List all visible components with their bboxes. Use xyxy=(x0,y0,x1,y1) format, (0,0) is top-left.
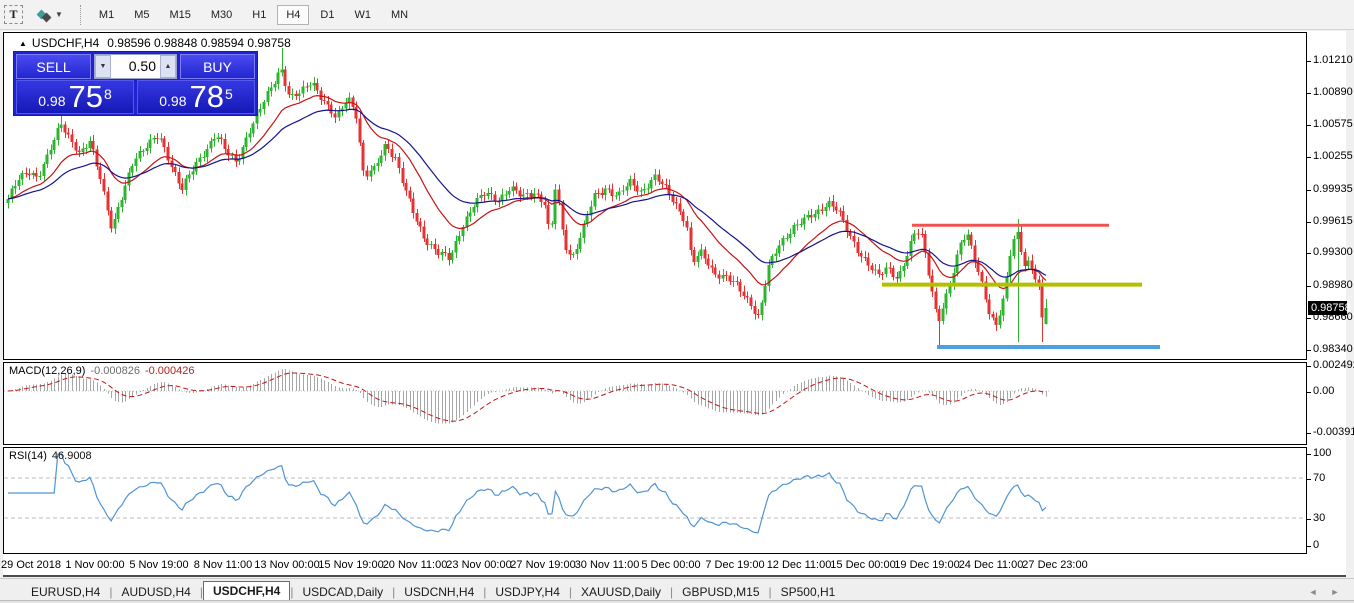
time-axis-label: 20 Nov 11:00 xyxy=(383,559,448,571)
time-axis-label: 19 Dec 19:00 xyxy=(894,559,959,571)
chart-tab-usdchf[interactable]: USDCHF,H4 xyxy=(203,581,290,602)
macd-chart[interactable] xyxy=(4,363,1306,444)
time-axis-label: 30 Nov 11:00 xyxy=(575,559,640,571)
time-axis-label: 13 Nov 00:00 xyxy=(254,559,319,571)
timeframe-button-m15[interactable]: M15 xyxy=(160,5,199,25)
rsi-tick-label: 30 xyxy=(1313,512,1325,524)
timeframe-button-h4[interactable]: H4 xyxy=(277,5,309,25)
price-tick-label: 1.00255 xyxy=(1313,150,1353,162)
macd-label: MACD(12,26,9)-0.000826-0.000426 xyxy=(9,365,195,377)
current-price-tag: 0.98758 xyxy=(1308,301,1347,315)
time-axis-label: 29 Oct 2018 xyxy=(1,559,61,571)
rsi-tick-label: 100 xyxy=(1313,447,1331,459)
macd-tick-label: 0.00 xyxy=(1313,385,1334,397)
time-axis-label: 24 Dec 11:00 xyxy=(959,559,1024,571)
price-tick-label: 0.98980 xyxy=(1313,279,1353,291)
price-tick-label: 0.98340 xyxy=(1313,343,1353,355)
chart-tab-sp500[interactable]: SP500,H1 xyxy=(772,582,845,602)
buy-price-big: 78 xyxy=(189,82,223,112)
chart-symbol-label: USDCHF,H4 xyxy=(32,36,99,50)
chart-tab-usdcnh[interactable]: USDCNH,H4 xyxy=(395,582,483,602)
macd-panel: MACD(12,26,9)-0.000826-0.000426 xyxy=(3,362,1307,445)
timeframe-button-m30[interactable]: M30 xyxy=(202,5,241,25)
lot-size-spinner: ▼ 0.50 ▲ xyxy=(94,54,177,79)
tab-scroll-right-button[interactable]: ► xyxy=(1328,585,1342,598)
dropdown-caret-icon: ▼ xyxy=(55,10,63,19)
triangle-icon: ▲ xyxy=(19,39,27,48)
timeframe-button-d1[interactable]: D1 xyxy=(311,5,343,25)
diamond-icon xyxy=(42,13,52,23)
chart-title: ▲ USDCHF,H4 0.98596 0.98848 0.98594 0.9875… xyxy=(19,36,291,50)
price-tick-label: 0.99615 xyxy=(1313,215,1353,227)
chart-tab-usdcad[interactable]: USDCAD,Daily xyxy=(293,582,392,602)
sell-price-button[interactable]: 0.98 75 8 xyxy=(16,80,134,114)
time-axis-label: 7 Dec 19:00 xyxy=(705,559,764,571)
time-axis-label: 5 Dec 00:00 xyxy=(641,559,700,571)
chart-tab-xauusd[interactable]: XAUUSD,Daily xyxy=(572,582,670,602)
timeframe-toolbar: M1M5M15M30H1H4D1W1MN xyxy=(89,5,418,25)
one-click-trading-panel: SELL ▼ 0.50 ▲ BUY 0.98 75 8 0.98 78 5 xyxy=(13,51,258,116)
chart-tabs-bar: EURUSD,H4|AUDUSD,H4|USDCHF,H4|USDCAD,Dai… xyxy=(0,578,1354,603)
macd-signal-value: -0.000426 xyxy=(145,365,195,377)
tab-scroll-left-button[interactable]: ◄ xyxy=(1306,585,1320,598)
toolbar: T ▼ M1M5M15M30H1H4D1W1MN xyxy=(0,0,1354,30)
timeframe-button-w1[interactable]: W1 xyxy=(345,5,380,25)
timeframe-button-m5[interactable]: M5 xyxy=(125,5,158,25)
lot-size-field[interactable]: 0.50 xyxy=(111,55,160,78)
rsi-chart[interactable] xyxy=(4,448,1306,553)
chart-tab-audusd[interactable]: AUDUSD,H4 xyxy=(112,582,199,602)
time-axis-label: 23 Nov 00:00 xyxy=(446,559,511,571)
time-axis[interactable]: 29 Oct 2018 1 Nov 00:00 5 Nov 19:00 8 Nov 1… xyxy=(3,555,1307,575)
macd-main-value: -0.000826 xyxy=(90,365,140,377)
rsi-tick-label: 70 xyxy=(1313,472,1325,484)
time-axis-label: 27 Nov 19:00 xyxy=(510,559,575,571)
buy-button[interactable]: BUY xyxy=(180,54,255,79)
time-axis-label: 8 Nov 11:00 xyxy=(194,559,253,571)
macd-tick-label: -0.003913 xyxy=(1313,426,1354,438)
rsi-panel: RSI(14)46.9008 xyxy=(3,447,1307,554)
timeframe-button-m1[interactable]: M1 xyxy=(90,5,123,25)
sell-price-small: 0.98 xyxy=(38,93,65,109)
buy-price-small: 0.98 xyxy=(159,93,186,109)
time-axis-label: 15 Nov 19:00 xyxy=(318,559,383,571)
chart-tab-eurusd[interactable]: EURUSD,H4 xyxy=(22,582,109,602)
rsi-value: 46.9008 xyxy=(52,450,92,462)
time-axis-label: 15 Dec 00:00 xyxy=(830,559,895,571)
lot-increase-button[interactable]: ▲ xyxy=(160,55,176,78)
time-axis-label: 12 Dec 11:00 xyxy=(767,559,832,571)
chart-tab-gbpusd[interactable]: GBPUSD,M15 xyxy=(673,582,768,602)
macd-tick-label: 0.002492 xyxy=(1313,359,1354,371)
rsi-tick-label: 0 xyxy=(1313,539,1319,551)
buy-price-sup: 5 xyxy=(225,83,233,102)
toolbar-separator xyxy=(80,5,81,25)
time-axis-label: 27 Dec 23:00 xyxy=(1022,559,1087,571)
price-tick-label: 1.00890 xyxy=(1313,86,1353,98)
chart-window: ▲ USDCHF,H4 0.98596 0.98848 0.98594 0.9875… xyxy=(3,31,1346,577)
text-tool-button[interactable]: T xyxy=(4,5,23,24)
chart-tabs: EURUSD,H4|AUDUSD,H4|USDCHF,H4|USDCAD,Dai… xyxy=(22,581,844,602)
time-axis-label: 1 Nov 00:00 xyxy=(65,559,124,571)
lot-decrease-button[interactable]: ▼ xyxy=(95,55,111,78)
rsi-label: RSI(14)46.9008 xyxy=(9,450,92,462)
shapes-tool-button[interactable]: ▼ xyxy=(35,4,66,26)
chart-tab-usdjpy[interactable]: USDJPY,H4 xyxy=(486,582,568,602)
price-chart-panel: ▲ USDCHF,H4 0.98596 0.98848 0.98594 0.9875… xyxy=(3,32,1307,360)
timeframe-button-mn[interactable]: MN xyxy=(382,5,417,25)
price-tick-label: 1.00575 xyxy=(1313,118,1353,130)
price-tick-label: 0.99300 xyxy=(1313,246,1353,258)
sell-button[interactable]: SELL xyxy=(16,54,91,79)
time-axis-label: 5 Nov 19:00 xyxy=(129,559,188,571)
price-tick-label: 0.99935 xyxy=(1313,183,1353,195)
chart-ohlc-values: 0.98596 0.98848 0.98594 0.98758 xyxy=(107,36,291,50)
buy-price-button[interactable]: 0.98 78 5 xyxy=(137,80,255,114)
sell-price-big: 75 xyxy=(68,82,102,112)
timeframe-button-h1[interactable]: H1 xyxy=(243,5,275,25)
sell-price-sup: 8 xyxy=(104,83,112,102)
price-tick-label: 1.01210 xyxy=(1313,54,1353,66)
